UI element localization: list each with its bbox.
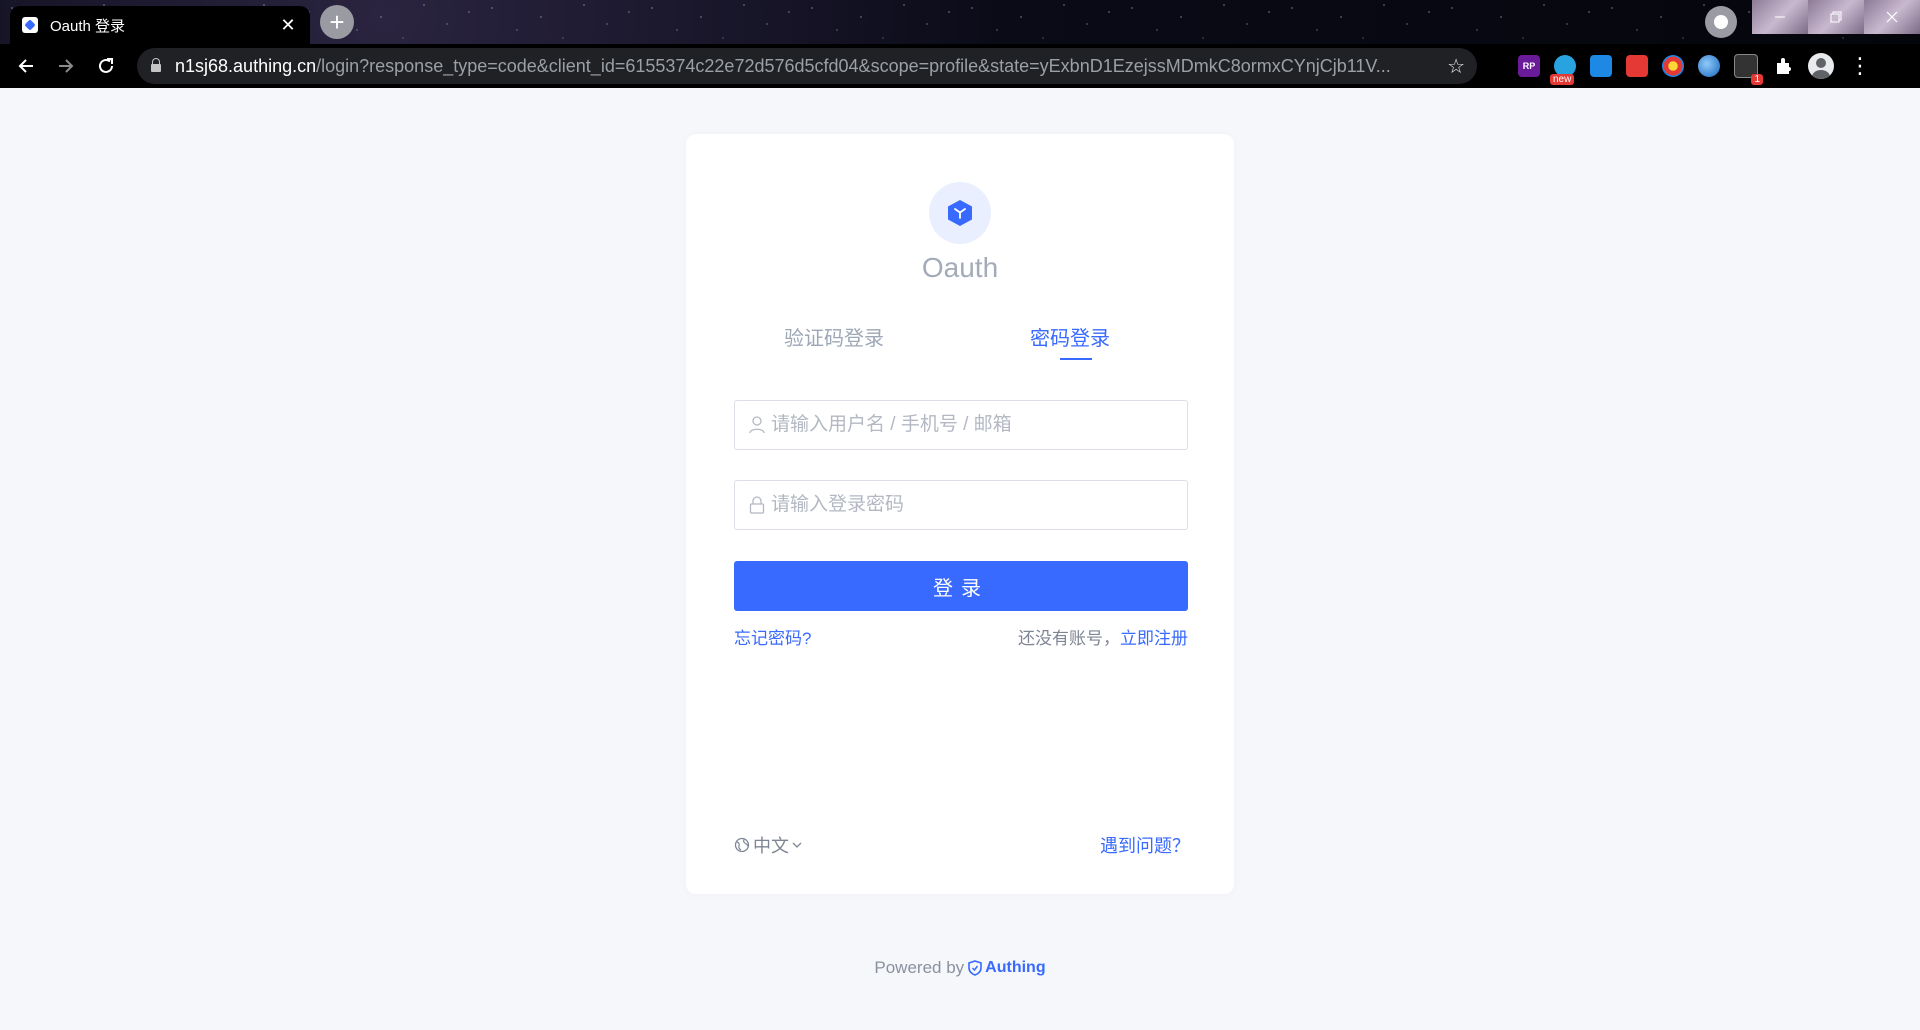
powered-by-text: Powered by (874, 958, 965, 977)
browser-tab-strip: Oauth 登录 ✕ + (0, 0, 1920, 44)
bookmark-star-icon[interactable]: ☆ (1447, 54, 1465, 79)
extensions-puzzle-icon[interactable] (1772, 55, 1794, 77)
tab-close-icon[interactable]: ✕ (278, 15, 298, 36)
tab-verification-code-login[interactable]: 验证码登录 (784, 322, 884, 351)
new-tab-button[interactable]: + (320, 5, 354, 39)
url-host: n1sj68.authing.cn (175, 55, 317, 76)
address-bar[interactable]: n1sj68.authing.cn/login?response_type=co… (137, 48, 1477, 84)
puzzle-icon (1777, 58, 1791, 74)
active-tab-indicator (1060, 358, 1092, 360)
tab-title: Oauth 登录 (50, 17, 126, 35)
powered-by-footer: Powered by Authing (0, 958, 1920, 978)
authing-brand-link[interactable]: Authing (968, 959, 1046, 977)
login-card: Oauth 验证码登录 密码登录 登录 忘记密码? 还没有账号，立即注册 中文 (686, 134, 1234, 894)
url-path: /login?response_type=code&client_id=6155… (316, 55, 1391, 76)
close-icon (1886, 11, 1898, 23)
url-text[interactable]: n1sj68.authing.cn/login?response_type=co… (175, 56, 1447, 77)
extension-color-icon[interactable] (1662, 55, 1684, 77)
help-link[interactable]: 遇到问题？ (1100, 832, 1190, 858)
count-badge: 1 (1751, 74, 1763, 85)
login-tabs: 验证码登录 密码登录 (686, 322, 1234, 362)
browser-toolbar: n1sj68.authing.cn/login?response_type=co… (0, 44, 1920, 88)
lock-icon (749, 496, 765, 514)
forgot-password-link[interactable]: 忘记密码? (734, 624, 811, 649)
new-badge: new (1550, 74, 1575, 85)
profile-avatar[interactable] (1808, 53, 1834, 79)
extension-red-icon[interactable] (1626, 55, 1648, 77)
menu-dots-icon[interactable]: ⋮ (1848, 53, 1872, 79)
cube-icon (948, 200, 972, 226)
restore-button[interactable] (1808, 0, 1864, 34)
close-window-button[interactable] (1864, 0, 1920, 34)
browser-tab[interactable]: Oauth 登录 ✕ (10, 6, 310, 44)
language-label: 中文 (753, 836, 789, 856)
app-logo (929, 182, 991, 244)
reload-button[interactable] (86, 46, 126, 86)
minimize-icon (1775, 16, 1785, 18)
lock-icon (151, 58, 161, 72)
tab-password-login[interactable]: 密码登录 (1030, 322, 1110, 351)
restore-icon (1830, 11, 1842, 23)
window-controls (1752, 0, 1920, 34)
favicon-icon (22, 17, 38, 33)
password-input[interactable] (765, 493, 1187, 517)
minimize-button[interactable] (1752, 0, 1808, 34)
username-field[interactable] (734, 400, 1188, 450)
extension-globe-icon[interactable] (1698, 55, 1720, 77)
tab-search-button[interactable] (1705, 6, 1737, 38)
extension-new-icon[interactable]: new (1550, 55, 1576, 85)
extension-gray-icon[interactable]: 1 (1734, 54, 1763, 85)
forward-button[interactable] (46, 46, 86, 86)
back-button[interactable] (6, 46, 46, 86)
signup-line: 还没有账号，立即注册 (1018, 624, 1188, 649)
password-field[interactable] (734, 480, 1188, 530)
authing-brand-text: Authing (985, 959, 1046, 976)
username-input[interactable] (765, 413, 1187, 437)
user-icon (749, 416, 765, 434)
app-name: Oauth (921, 252, 999, 283)
extension-blue-icon[interactable] (1590, 55, 1612, 77)
extension-rp-icon[interactable]: RP (1518, 55, 1540, 77)
signup-link[interactable]: 立即注册 (1120, 629, 1188, 648)
shield-icon (968, 960, 982, 976)
arrow-right-icon (59, 59, 74, 73)
chevron-down-icon (792, 842, 802, 848)
extensions-area: RP new 1 ⋮ (1518, 44, 1872, 88)
language-selector[interactable]: 中文 (734, 832, 802, 858)
globe-icon (734, 837, 750, 853)
reload-icon (99, 58, 113, 73)
login-button[interactable]: 登录 (734, 561, 1188, 611)
chevron-down-icon (1714, 15, 1728, 29)
arrow-left-icon (18, 59, 33, 73)
no-account-text: 还没有账号， (1018, 629, 1120, 648)
